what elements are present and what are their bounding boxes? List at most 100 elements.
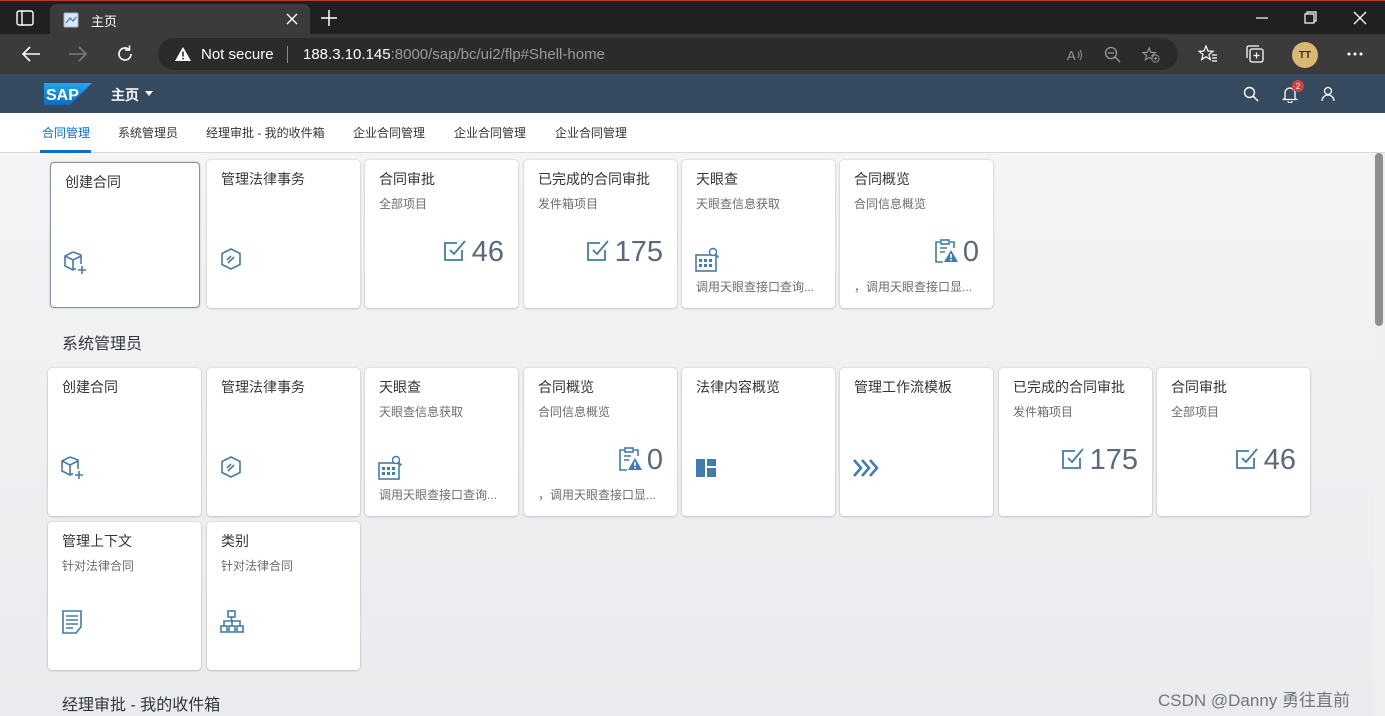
tile-manage-legal-matters[interactable]: 管理法律事务 xyxy=(207,368,360,516)
hierarchy-icon xyxy=(219,609,245,635)
zoom-out-icon[interactable] xyxy=(1104,46,1122,64)
kpi-value: 46 xyxy=(471,236,504,268)
favorites-icon[interactable] xyxy=(1198,44,1218,64)
tile-kpi: 175 xyxy=(1060,444,1138,476)
anchor-item-system-admin[interactable]: 系统管理员 xyxy=(118,124,178,141)
tile-manage-legal-matters[interactable]: 管理法律事务 xyxy=(207,160,360,308)
tile-completed-approvals[interactable]: 已完成的合同审批 发件箱项目 175 xyxy=(999,368,1152,516)
url-path: :8000/sap/bc/ui2/flp#Shell-home xyxy=(390,46,605,63)
browser-titlebar: 主页 xyxy=(0,0,1385,35)
chevron-down-icon[interactable] xyxy=(145,91,153,96)
tile-title: 法律内容概览 xyxy=(696,379,780,395)
new-tab-icon[interactable] xyxy=(320,9,338,27)
anchor-item-enterprise-contract-2[interactable]: 企业合同管理 xyxy=(454,124,526,141)
close-tab-icon[interactable] xyxy=(284,11,300,27)
anchor-item-contract-management[interactable]: 合同管理 xyxy=(42,124,90,141)
checkbox-icon xyxy=(1060,446,1086,472)
tile-category[interactable]: 类别 针对法律合同 xyxy=(207,522,360,670)
more-icon[interactable] xyxy=(1345,44,1365,64)
anchor-navigation-bar: 合同管理 系统管理员 经理审批 - 我的收件箱 企业合同管理 企业合同管理 企业… xyxy=(0,113,1385,153)
security-label[interactable]: Not secure xyxy=(201,46,274,63)
group-title-system-admin: 系统管理员 xyxy=(62,336,143,353)
warning-icon[interactable] xyxy=(174,46,192,62)
building-search-icon xyxy=(377,455,403,481)
tile-title: 合同审批 xyxy=(1171,379,1227,395)
legal-matter-icon xyxy=(219,455,245,481)
tile-subtitle: 发件箱项目 xyxy=(1013,405,1074,419)
tile-kpi: 46 xyxy=(442,236,504,268)
page-scrollbar[interactable] xyxy=(1373,153,1385,716)
tile-title: 创建合同 xyxy=(65,174,121,190)
tile-create-contract[interactable]: 创建合同 xyxy=(50,162,200,308)
tile-kpi: 0 xyxy=(617,444,663,476)
tile-footer: 调用天眼查接口查询... xyxy=(379,488,498,502)
forward-icon[interactable] xyxy=(67,44,89,64)
tile-title: 类别 xyxy=(221,533,249,549)
tile-title: 管理工作流模板 xyxy=(854,379,952,395)
notification-badge: 2 xyxy=(1292,80,1304,92)
tile-create-contract[interactable]: 创建合同 xyxy=(48,368,201,516)
address-bar[interactable]: Not secure 188.3.10.145:8000/sap/bc/ui2/… xyxy=(158,38,1178,70)
sap-shell-bar: SAP 主页 xyxy=(0,74,1385,113)
tile-tianyancha[interactable]: 天眼查 天眼查信息获取 调用天眼查接口查询... xyxy=(365,368,518,516)
create-contract-icon xyxy=(60,455,86,481)
url-text[interactable]: 188.3.10.145:8000/sap/bc/ui2/flp#Shell-h… xyxy=(303,46,605,63)
tile-title: 已完成的合同审批 xyxy=(1013,379,1125,395)
shell-title[interactable]: 主页 xyxy=(111,85,139,105)
anchor-item-enterprise-contract-1[interactable]: 企业合同管理 xyxy=(353,124,425,141)
tile-title: 创建合同 xyxy=(62,379,118,395)
tile-subtitle: 针对法律合同 xyxy=(221,559,294,573)
kpi-value: 0 xyxy=(962,236,979,268)
search-icon[interactable] xyxy=(1242,85,1260,103)
tile-contract-overview[interactable]: 合同概览 合同信息概览 0 ，调用天眼查接口显... xyxy=(524,368,677,516)
read-aloud-icon[interactable]: A xyxy=(1066,46,1084,64)
url-separator xyxy=(287,46,288,63)
scrollbar-thumb[interactable] xyxy=(1375,153,1383,326)
close-window-icon[interactable] xyxy=(1351,9,1369,27)
tile-subtitle: 发件箱项目 xyxy=(538,197,599,211)
restore-icon[interactable] xyxy=(1301,9,1319,27)
tile-subtitle: 全部项目 xyxy=(379,197,428,211)
svg-text:SAP: SAP xyxy=(46,87,79,104)
checkbox-icon xyxy=(585,238,611,264)
tile-kpi: 175 xyxy=(585,236,663,268)
tile-title: 管理法律事务 xyxy=(221,171,305,187)
profile-avatar[interactable]: TT xyxy=(1292,42,1318,68)
add-favorite-icon[interactable] xyxy=(1142,46,1160,64)
tile-subtitle: 针对法律合同 xyxy=(62,559,135,573)
chevrons-right-icon xyxy=(852,455,879,481)
tile-contract-overview[interactable]: 合同概览 合同信息概览 0 ，调用天眼查接口显... xyxy=(840,160,993,308)
tile-contract-approval[interactable]: 合同审批 全部项目 46 xyxy=(1157,368,1310,516)
tile-title: 已完成的合同审批 xyxy=(538,171,650,187)
tile-tianyancha[interactable]: 天眼查 天眼查信息获取 调用天眼查接口查询... xyxy=(682,160,835,308)
tile-kpi: 46 xyxy=(1234,444,1296,476)
tile-subtitle: 合同信息概览 xyxy=(538,405,611,419)
building-search-icon xyxy=(694,247,720,273)
collections-icon[interactable] xyxy=(1245,44,1265,64)
clipboard-warning-icon xyxy=(933,238,959,264)
tab-actions-icon[interactable] xyxy=(14,9,36,27)
tile-legal-content-overview[interactable]: 法律内容概览 xyxy=(682,368,835,516)
tile-footer: ，调用天眼查接口显... xyxy=(854,280,973,294)
page-favicon-icon xyxy=(63,12,79,28)
group-title-manager-approval: 经理审批 - 我的收件箱 xyxy=(62,697,221,714)
tile-title: 合同审批 xyxy=(379,171,435,187)
watermark: CSDN @Danny 勇往直前 xyxy=(1158,691,1351,710)
browser-tab[interactable]: 主页 xyxy=(50,4,310,35)
tile-completed-approvals[interactable]: 已完成的合同审批 发件箱项目 175 xyxy=(524,160,677,308)
refresh-icon[interactable] xyxy=(114,44,136,64)
kpi-value: 175 xyxy=(1089,444,1138,476)
minimize-icon[interactable] xyxy=(1253,9,1271,27)
tile-contract-approval[interactable]: 合同审批 全部项目 46 xyxy=(365,160,518,308)
tile-manage-workflow-templates[interactable]: 管理工作流模板 xyxy=(840,368,993,516)
sap-logo[interactable]: SAP xyxy=(44,83,92,105)
tile-footer: 调用天眼查接口查询... xyxy=(696,280,815,294)
tile-subtitle: 合同信息概览 xyxy=(854,197,927,211)
create-contract-icon xyxy=(63,250,89,276)
anchor-item-manager-approval[interactable]: 经理审批 - 我的收件箱 xyxy=(206,124,325,141)
anchor-item-enterprise-contract-3[interactable]: 企业合同管理 xyxy=(555,124,627,141)
user-icon[interactable] xyxy=(1319,85,1337,103)
tile-manage-context[interactable]: 管理上下文 针对法律合同 xyxy=(48,522,201,670)
back-icon[interactable] xyxy=(20,44,42,64)
tile-title: 天眼查 xyxy=(696,171,738,187)
